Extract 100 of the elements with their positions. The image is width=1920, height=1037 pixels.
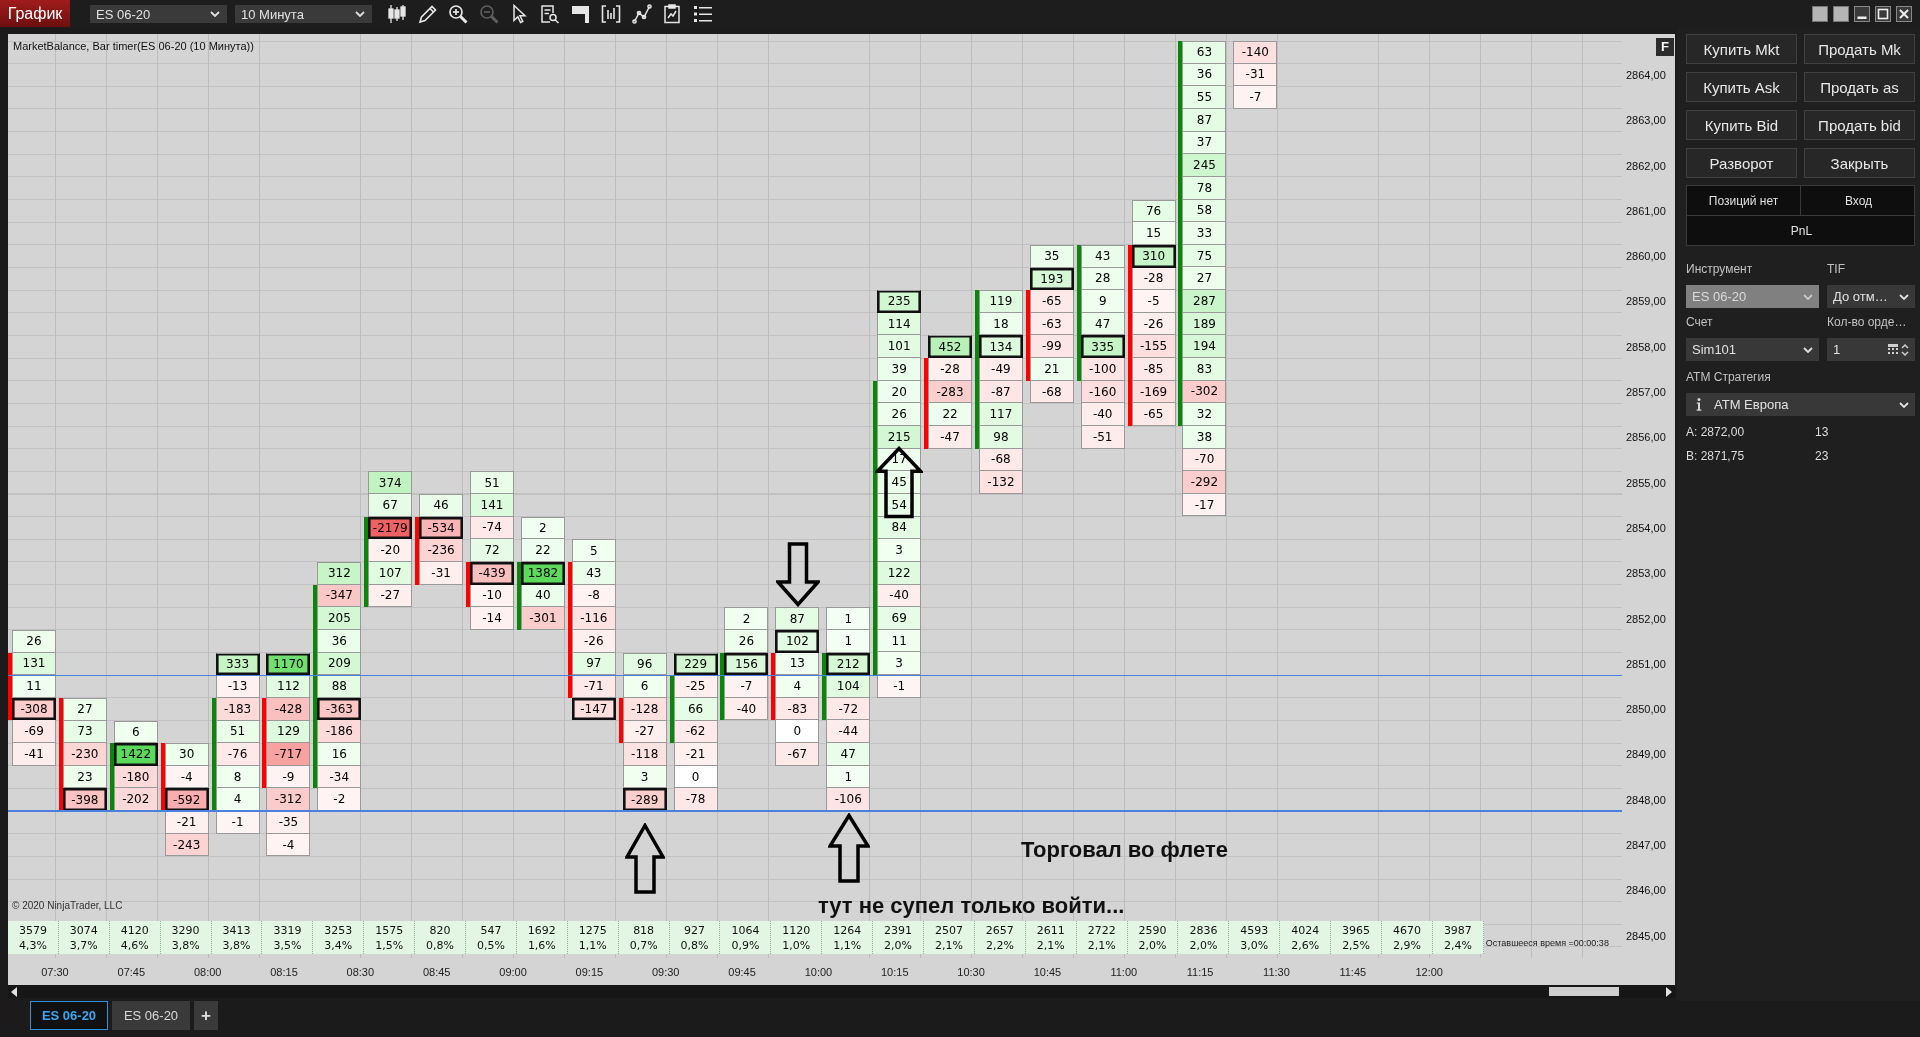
footprint-cell: -230: [62, 743, 107, 766]
footprint-cell: 37: [1182, 131, 1227, 155]
footprint-cell: -2179: [368, 516, 413, 540]
footprint-cell: 47: [826, 743, 871, 766]
document-search-icon[interactable]: [539, 4, 560, 24]
footprint-cell: -147: [571, 697, 616, 721]
maximize-icon[interactable]: [1875, 6, 1891, 22]
footprint-cell: 39: [877, 358, 922, 381]
summary-count: 3290: [171, 922, 200, 938]
line-chart-icon[interactable]: [631, 4, 652, 24]
right-arrow-icon[interactable]: [1665, 986, 1673, 997]
footprint-cell: -439: [470, 561, 514, 585]
footprint-cell: -186: [317, 720, 362, 744]
scrollbar-thumb[interactable]: [1549, 987, 1619, 996]
footprint-cell: -155: [1131, 335, 1176, 359]
time-label: 09:15: [574, 965, 605, 978]
time-label: 10:45: [1032, 965, 1063, 978]
footprint-cell: 119: [978, 290, 1023, 313]
candlestick-icon[interactable]: [387, 4, 407, 24]
order-button[interactable]: Продать as: [1804, 72, 1915, 102]
footprint-cell: 0: [673, 765, 718, 789]
summary-count: 4670: [1393, 922, 1421, 938]
footprint-cell: 374: [368, 471, 413, 494]
footprint-cell: 46: [419, 494, 464, 517]
footprint-cell: 32: [1182, 403, 1227, 426]
chart-tab[interactable]: ES 06-20: [30, 1001, 108, 1030]
footprint-cell: 6: [622, 675, 667, 698]
footprint-cell: -27: [368, 584, 413, 608]
price-label: 2854,00: [1626, 520, 1666, 535]
order-button[interactable]: Купить Bid: [1686, 110, 1797, 140]
quantity-field[interactable]: 1: [1827, 338, 1915, 361]
order-button[interactable]: Купить Mkt: [1686, 34, 1797, 64]
price-label: 2846,00: [1626, 883, 1666, 898]
zoom-in-icon[interactable]: [448, 4, 469, 24]
footprint-cell: 212: [826, 652, 871, 676]
order-button[interactable]: Продать bid: [1804, 110, 1915, 140]
footprint-cell: 3: [622, 765, 667, 789]
atm-strategy-select[interactable]: ATM Европа: [1686, 393, 1915, 416]
footprint-cell: 156: [724, 652, 769, 676]
footprint-cell: 2: [520, 516, 565, 540]
calculator-icon[interactable]: [1888, 344, 1898, 355]
chart-menu-button[interactable]: График: [0, 0, 70, 27]
order-button[interactable]: Купить Ask: [1686, 72, 1797, 102]
footprint-cell: -717: [266, 743, 311, 766]
summary-percent: 2,2%: [985, 937, 1014, 953]
footprint-cell: 2: [724, 607, 769, 630]
footprint-cell: -312: [266, 788, 311, 812]
footprint-cell: -140: [1233, 41, 1278, 64]
bracketed-bars-icon[interactable]: [601, 4, 622, 24]
chart-tab[interactable]: ES 06-20: [112, 1001, 190, 1030]
horizontal-scrollbar[interactable]: [8, 985, 1675, 998]
footprint-cell: 20: [877, 380, 922, 404]
footprint-cell: -14: [470, 607, 514, 630]
summary-percent: 3,8%: [171, 937, 200, 953]
minimize-icon[interactable]: [1854, 6, 1870, 22]
footprint-cell: 30: [164, 743, 209, 766]
footprint-cell: 21: [1029, 358, 1074, 381]
summary-count: 820: [429, 922, 451, 938]
footprint-cell: -10: [470, 584, 514, 608]
footprint-cell: -116: [571, 607, 616, 630]
summary-count: 2507: [934, 922, 963, 938]
footprint-cell: -5: [1131, 290, 1176, 313]
spinner-icon[interactable]: [1901, 342, 1909, 357]
position-status: Позиций нет: [1707, 192, 1780, 210]
corner-button[interactable]: F: [1656, 38, 1674, 56]
footprint-cell: -428: [266, 697, 311, 721]
instrument-dropdown[interactable]: ES 06-20: [90, 5, 227, 23]
copyright-text: © 2020 NinjaTrader, LLC: [12, 900, 123, 911]
summary-percent: 0,9%: [731, 937, 760, 953]
footprint-cell: 189: [1182, 312, 1227, 336]
account-select[interactable]: Sim101: [1686, 338, 1819, 361]
clipboard-icon[interactable]: [662, 4, 683, 24]
order-button[interactable]: Разворот: [1686, 148, 1797, 178]
pencil-icon[interactable]: [417, 4, 438, 24]
summary-count: 1275: [578, 922, 607, 938]
add-tab-button[interactable]: +: [194, 1001, 218, 1030]
caret-icon: [1803, 293, 1813, 300]
summary-count: 1264: [833, 922, 862, 938]
footprint-cell: 98: [978, 426, 1023, 449]
list-icon[interactable]: [692, 4, 713, 24]
footprint-cell: -292: [1182, 471, 1227, 494]
info-icon[interactable]: [1696, 398, 1702, 411]
footprint-cell: -51: [1080, 426, 1125, 449]
footprint-cell: -363: [317, 697, 362, 721]
time-label: 07:45: [116, 965, 147, 978]
footprint-cell: -44: [826, 720, 871, 744]
footprint-cell: 51: [470, 471, 514, 494]
summary-percent: 0,5%: [477, 937, 505, 953]
order-button[interactable]: Закрыть: [1804, 148, 1915, 178]
flag-icon[interactable]: [570, 4, 591, 24]
close-icon[interactable]: [1896, 6, 1912, 22]
footprint-cell: 452: [928, 335, 973, 359]
summary-count: 2836: [1189, 922, 1218, 938]
left-arrow-icon[interactable]: [10, 986, 18, 997]
order-button[interactable]: Продать Mk: [1804, 34, 1915, 64]
footprint-cell: -49: [978, 358, 1023, 381]
footprint-cell: 1: [826, 629, 871, 653]
tif-select[interactable]: До отм…: [1827, 285, 1915, 308]
price-label: 2851,00: [1626, 656, 1666, 671]
interval-dropdown[interactable]: 10 Минута: [235, 5, 372, 23]
